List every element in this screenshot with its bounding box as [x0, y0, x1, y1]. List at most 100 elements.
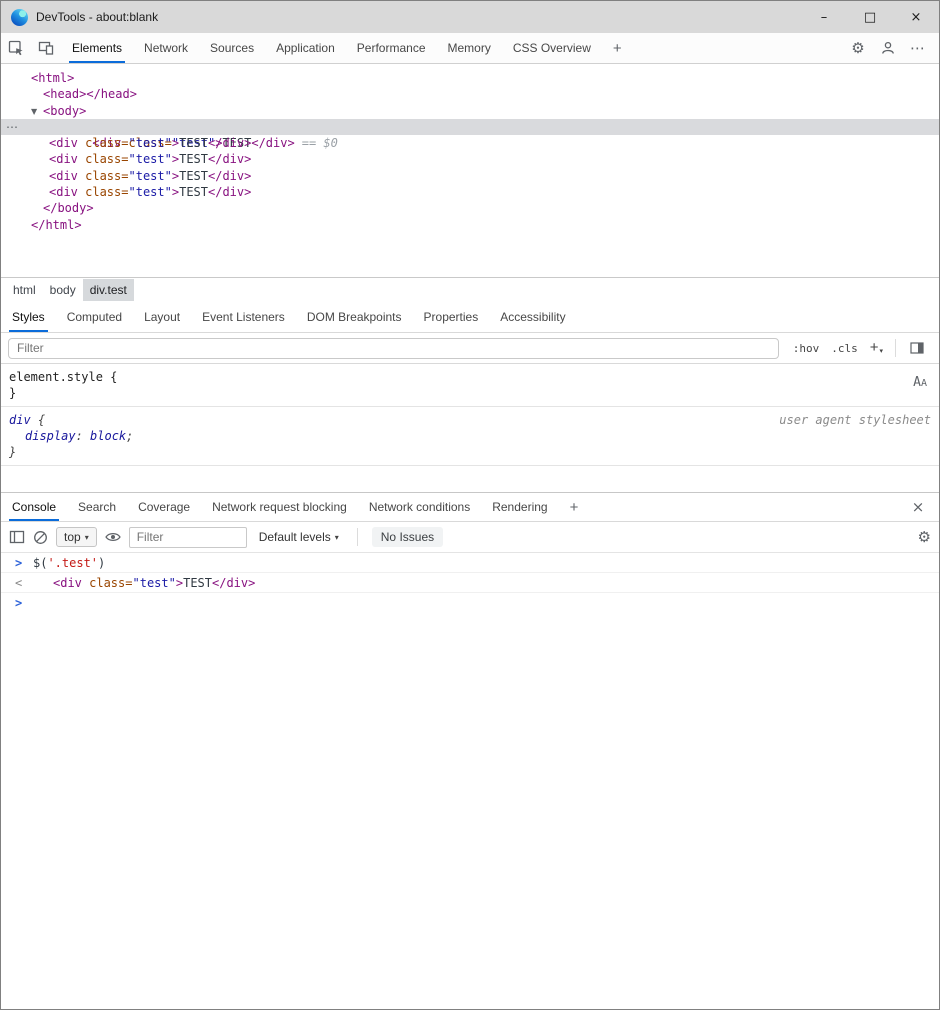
add-drawer-tab-button[interactable]: +: [559, 493, 590, 521]
close-button[interactable]: ×: [893, 1, 939, 33]
tab-styles[interactable]: Styles: [1, 302, 56, 332]
context-caret-icon: ▾: [85, 533, 89, 542]
console-settings-gear-icon[interactable]: ⚙: [918, 528, 931, 546]
dom-node-body-close[interactable]: </body>: [1, 200, 939, 216]
close-drawer-icon[interactable]: ×: [903, 498, 933, 516]
divider: [357, 528, 358, 546]
css-property-value[interactable]: block: [90, 429, 126, 443]
styles-filter-input[interactable]: [8, 338, 779, 359]
css-property-name[interactable]: display: [25, 429, 76, 443]
inline-rule-selector[interactable]: element.style: [9, 370, 103, 384]
stylesheet-origin-label: user agent stylesheet: [779, 412, 931, 428]
styles-filter-bar: :hov .cls +▾: [1, 333, 939, 364]
toggle-pseudo-state-button[interactable]: :hov: [787, 342, 826, 355]
body-close-tag: </body>: [43, 201, 94, 215]
styles-rules-pane: element.style { } AA div { display: bloc…: [1, 364, 939, 493]
node-menu-dots-icon[interactable]: ⋯: [6, 119, 19, 135]
tab-network-request-blocking[interactable]: Network request blocking: [201, 493, 358, 521]
toolbar-right-icons: ⚙ ⋯: [843, 33, 939, 63]
styles-pane-tabs: Styles Computed Layout Event Listeners D…: [1, 302, 939, 333]
tab-layout[interactable]: Layout: [133, 302, 191, 332]
console-messages: >$('.test') <<div class="test">TEST</div…: [1, 553, 939, 613]
window-controls: – □ ×: [801, 1, 939, 33]
dom-node-head[interactable]: <head></head>: [1, 86, 939, 102]
tab-accessibility[interactable]: Accessibility: [489, 302, 576, 332]
maximize-button[interactable]: □: [847, 1, 893, 33]
tab-sources[interactable]: Sources: [199, 33, 265, 63]
edge-logo-icon: [11, 9, 28, 26]
command-chevron-icon: >: [15, 556, 25, 570]
console-filter-input[interactable]: [129, 527, 247, 548]
dom-node-div[interactable]: <div class="test">TEST</div>: [1, 135, 939, 151]
ua-rule-selector[interactable]: div: [9, 413, 31, 427]
html-open-tag: <html>: [31, 71, 74, 85]
new-style-rule-button[interactable]: +▾: [864, 341, 889, 355]
breadcrumb-body[interactable]: body: [43, 279, 83, 301]
dom-node-html-open[interactable]: <html>: [1, 70, 939, 86]
add-panel-button[interactable]: +: [602, 33, 633, 63]
console-sidebar-icon[interactable]: [9, 530, 25, 544]
console-drawer-tabs: Console Search Coverage Network request …: [1, 493, 939, 522]
dom-tree: <html> <head></head> ▼<body> ⋯<div class…: [1, 64, 939, 277]
toggle-sidebar-icon[interactable]: [902, 342, 932, 354]
window-title: DevTools - about:blank: [36, 10, 158, 24]
live-expression-eye-icon[interactable]: [105, 531, 121, 543]
clear-console-icon[interactable]: [33, 530, 48, 545]
more-options-icon[interactable]: ⋯: [903, 39, 933, 57]
divider: [895, 339, 896, 357]
console-prompt[interactable]: >: [1, 593, 939, 613]
tab-properties[interactable]: Properties: [413, 302, 490, 332]
tab-computed[interactable]: Computed: [56, 302, 133, 332]
breadcrumb: html body div.test: [1, 277, 939, 302]
tab-rendering[interactable]: Rendering: [481, 493, 558, 521]
inspect-element-icon[interactable]: [1, 33, 31, 63]
tab-coverage[interactable]: Coverage: [127, 493, 201, 521]
font-editor-icon[interactable]: AA: [913, 374, 927, 392]
tab-memory[interactable]: Memory: [437, 33, 502, 63]
inline-style-rule[interactable]: element.style { } AA: [1, 364, 939, 407]
prompt-chevron-icon: >: [15, 596, 25, 610]
titlebar: DevTools - about:blank – □ ×: [1, 1, 939, 33]
console-command[interactable]: >$('.test'): [1, 553, 939, 573]
html-close-tag: </html>: [31, 218, 82, 232]
user-agent-style-rule[interactable]: div { display: block; } user agent style…: [1, 407, 939, 466]
issues-button[interactable]: No Issues: [372, 527, 443, 547]
dom-node-div[interactable]: <div class="test">TEST</div>: [1, 151, 939, 167]
breadcrumb-html[interactable]: html: [6, 279, 43, 301]
console-tabs-right: ×: [903, 493, 939, 521]
tab-network-conditions[interactable]: Network conditions: [358, 493, 481, 521]
console-result[interactable]: <<div class="test">TEST</div>: [1, 573, 939, 593]
console-toolbar: top▾ Default levels▾ No Issues ⚙: [1, 522, 939, 553]
tab-network[interactable]: Network: [133, 33, 199, 63]
minimize-button[interactable]: –: [801, 1, 847, 33]
dom-node-div[interactable]: <div class="test">TEST</div>: [1, 168, 939, 184]
breadcrumb-div-test[interactable]: div.test: [83, 279, 134, 301]
styles-filter-tools: :hov .cls +▾: [787, 339, 932, 357]
tab-search[interactable]: Search: [67, 493, 127, 521]
console-drawer: Console Search Coverage Network request …: [1, 492, 939, 1009]
settings-gear-icon[interactable]: ⚙: [843, 39, 873, 57]
devtools-window: DevTools - about:blank – □ × Elements Ne…: [0, 0, 940, 1010]
new-rule-caret-icon: ▾: [879, 347, 883, 355]
dom-node-body-open[interactable]: ▼<body>: [1, 103, 939, 119]
levels-caret-icon: ▾: [335, 533, 339, 542]
tab-elements[interactable]: Elements: [61, 33, 133, 63]
head-tag: <head></head>: [43, 87, 137, 101]
result-chevron-icon: <: [15, 576, 25, 590]
dom-node-html-close[interactable]: </html>: [1, 217, 939, 233]
device-toolbar-icon[interactable]: [31, 33, 61, 63]
javascript-context-select[interactable]: top▾: [56, 527, 97, 547]
tab-application[interactable]: Application: [265, 33, 346, 63]
tab-console[interactable]: Console: [1, 493, 67, 521]
tab-performance[interactable]: Performance: [346, 33, 437, 63]
dom-node-div-selected[interactable]: ⋯<div class="test">TEST</div>== $0: [1, 119, 939, 135]
devtools-toolbar: Elements Network Sources Application Per…: [1, 33, 939, 64]
expand-arrow-icon[interactable]: ▼: [31, 104, 37, 120]
tab-dom-breakpoints[interactable]: DOM Breakpoints: [296, 302, 413, 332]
feedback-icon[interactable]: [873, 40, 903, 56]
tab-css-overview[interactable]: CSS Overview: [502, 33, 602, 63]
toggle-element-classes-button[interactable]: .cls: [825, 342, 864, 355]
dom-node-div[interactable]: <div class="test">TEST</div>: [1, 184, 939, 200]
log-levels-select[interactable]: Default levels▾: [255, 530, 343, 544]
tab-event-listeners[interactable]: Event Listeners: [191, 302, 296, 332]
